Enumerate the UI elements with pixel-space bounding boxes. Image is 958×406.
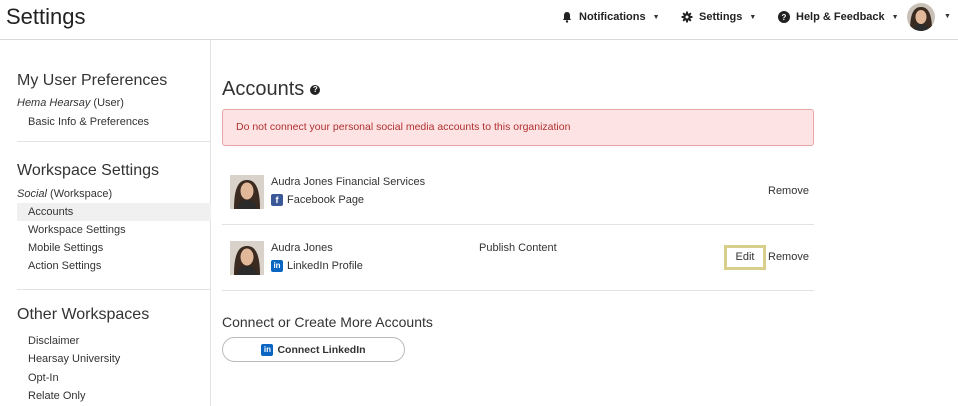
user-avatar[interactable] — [907, 3, 935, 31]
chevron-down-icon: ▼ — [652, 13, 660, 21]
connect-linkedin-button[interactable]: in Connect LinkedIn — [222, 337, 405, 362]
section-title-user-preferences: My User Preferences — [17, 72, 168, 89]
facebook-icon: f — [271, 194, 283, 206]
remove-button[interactable]: Remove — [768, 251, 809, 263]
account-photo — [230, 175, 264, 209]
connect-more-title: Connect or Create More Accounts — [222, 314, 433, 330]
workspace-name: Social — [17, 188, 47, 200]
account-photo — [230, 241, 264, 275]
user-identity: Hema Hearsay (User) — [17, 97, 124, 109]
sidebar-item-opt-in[interactable]: Opt-In — [17, 369, 211, 387]
help-circle-icon: ? — [778, 11, 790, 23]
sidebar-item-action-settings[interactable]: Action Settings — [17, 257, 211, 275]
connect-linkedin-label: Connect LinkedIn — [277, 343, 366, 356]
settings-sidebar: My User Preferences Hema Hearsay (User) … — [0, 40, 211, 406]
section-title-other-workspaces: Other Workspaces — [17, 306, 150, 323]
page-header-title: Settings — [6, 4, 86, 29]
chevron-down-icon: ▼ — [891, 13, 899, 21]
edit-button[interactable]: Edit — [724, 245, 766, 270]
account-row: Audra Jones in LinkedIn Profile Publish … — [222, 225, 814, 291]
page-title-text: Accounts — [222, 78, 305, 100]
sidebar-item-relate-only[interactable]: Relate Only — [17, 387, 211, 405]
warning-alert: Do not connect your personal social medi… — [222, 109, 814, 146]
page-title: Accounts ? — [222, 78, 321, 101]
top-bar: Settings Notifications ▼ Settings ▼ ? He… — [0, 0, 958, 40]
sidebar-item-hearsay-university[interactable]: Hearsay University — [17, 350, 211, 368]
user-name: Hema Hearsay — [17, 97, 91, 109]
chevron-down-icon[interactable]: ▼ — [944, 13, 951, 20]
help-feedback-label: Help & Feedback — [796, 11, 885, 23]
account-type-label: Facebook Page — [287, 194, 365, 206]
section-title-workspace-settings: Workspace Settings — [17, 162, 159, 179]
notifications-menu[interactable]: Notifications ▼ — [561, 10, 660, 24]
user-role: (User) — [93, 97, 124, 109]
notifications-label: Notifications — [579, 11, 646, 23]
question-mark-icon[interactable]: ? — [310, 84, 321, 95]
settings-label: Settings — [699, 11, 743, 23]
bell-icon — [562, 12, 572, 23]
sidebar-item-workspace-settings[interactable]: Workspace Settings — [17, 221, 211, 239]
remove-button[interactable]: Remove — [768, 185, 809, 197]
account-row: Audra Jones Financial Services f Faceboo… — [222, 159, 814, 225]
chevron-down-icon: ▼ — [749, 13, 757, 21]
sidebar-item-disclaimer[interactable]: Disclaimer — [17, 332, 211, 350]
workspace-identity: Social (Workspace) — [17, 188, 112, 200]
account-type-label: LinkedIn Profile — [287, 260, 363, 272]
gear-icon — [681, 11, 693, 23]
account-permission: Publish Content — [479, 242, 557, 254]
sidebar-item-basic-info[interactable]: Basic Info & Preferences — [17, 113, 211, 131]
settings-menu[interactable]: Settings ▼ — [681, 10, 756, 24]
account-type: f Facebook Page — [271, 194, 364, 206]
sidebar-divider — [17, 141, 211, 142]
sidebar-item-accounts[interactable]: Accounts — [17, 203, 211, 221]
account-type: in LinkedIn Profile — [271, 260, 363, 272]
sidebar-item-mobile-settings[interactable]: Mobile Settings — [17, 239, 211, 257]
account-name[interactable]: Audra Jones — [271, 242, 333, 254]
help-feedback-menu[interactable]: ? Help & Feedback ▼ — [778, 10, 899, 24]
avatar-image — [907, 3, 935, 31]
account-name[interactable]: Audra Jones Financial Services — [271, 176, 425, 188]
svg-text:?: ? — [782, 13, 787, 22]
linkedin-icon: in — [271, 260, 283, 272]
sidebar-divider — [17, 289, 211, 290]
workspace-type: (Workspace) — [50, 188, 113, 200]
linkedin-icon: in — [261, 343, 274, 356]
